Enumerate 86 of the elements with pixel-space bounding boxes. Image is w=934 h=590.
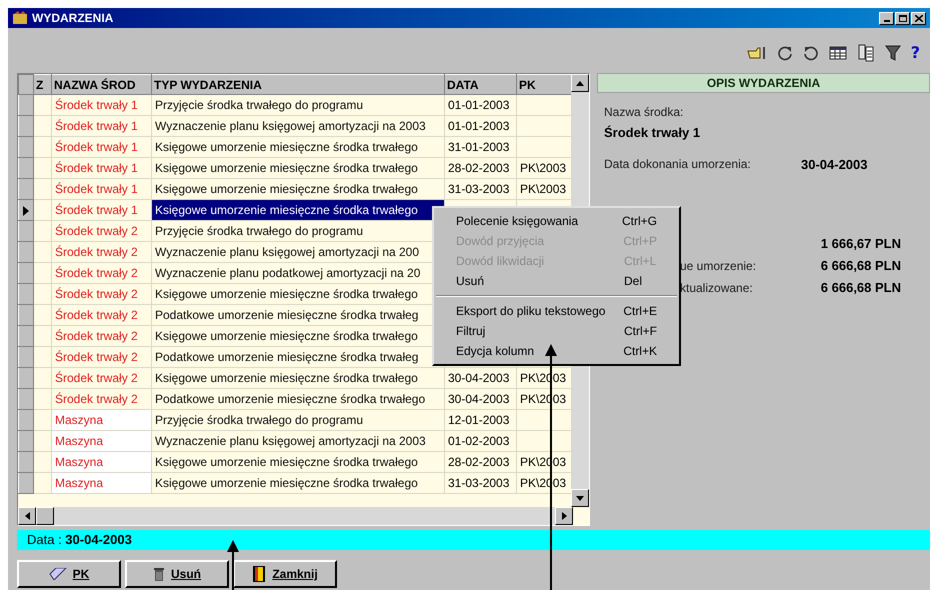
toolbar-button[interactable]: Zamknij [233,560,337,588]
column-header[interactable]: Z [34,74,52,94]
table-cell: Środek trwały 1 [52,178,152,200]
table-cell: 28-02-2003 [444,158,516,178]
columns-icon[interactable] [856,44,875,62]
door-icon [252,565,266,583]
field-value: 30-04-2003 [801,156,868,174]
filter-icon[interactable] [884,44,901,60]
field-label: ue umorzenie: [680,258,758,275]
eraser-icon [48,568,67,580]
table-cell: Środek trwały 2 [52,220,152,242]
table-cell: Podatkowe umorzenie miesięczne środka trwałego [152,388,444,410]
app-icon [12,11,28,25]
panel-header: OPIS WYDARZENIA [597,73,930,93]
table-cell: Księgowe umorzenie miesięczne środka trwałego [152,136,444,158]
table-cell: 12-01-2003 [444,410,516,430]
status-bar: Data : 30-04-2003 [17,530,930,550]
down-arrow-icon [576,496,584,500]
column-header[interactable]: TYP WYDARZENIA [152,74,444,94]
column-header[interactable]: NAZWA ŚROD [52,74,152,94]
table-cell: 31-03-2003 [444,178,516,200]
table-cell: 01-01-2003 [444,116,516,136]
scroll-up-button[interactable] [571,74,589,92]
field-value: 6 666,68 PLN [820,257,902,276]
table-cell: Środek trwały 2 [52,242,152,262]
table-cell: Środek trwały 1 [52,136,152,158]
table-cell: 30-04-2003 [444,388,516,410]
table-cell: Środek trwały 2 [52,326,152,346]
table-cell: 01-02-2003 [444,430,516,452]
table-cell: Maszyna [52,472,152,494]
table-cell: Maszyna [52,430,152,452]
up-arrow-icon [576,80,584,86]
scroll-left-button[interactable] [18,507,36,525]
table-cell: 01-01-2003 [444,94,516,116]
table-cell: Środek trwały 2 [52,368,152,388]
table-cell: Środek trwały 2 [52,284,152,304]
table-cell: Środek trwały 2 [52,262,152,284]
table-cell: 31-01-2003 [444,136,516,158]
table-cell: Środek trwały 1 [52,200,152,220]
table-cell: Środek trwały 2 [52,346,152,368]
table-cell: Maszyna [52,452,152,472]
table-cell: Środek trwały 2 [52,304,152,326]
field-value: Środek trwały 1 [604,124,702,142]
table-cell: 28-02-2003 [444,452,516,472]
leader-arrow [227,540,239,590]
table-cell: Wyznaczenie planu księgowej amortyzacji na 2003 [152,116,444,136]
field-value: 6 666,68 PLN [820,279,902,298]
toolbar-button[interactable]: PK [17,560,121,588]
table-cell: Księgowe umorzenie miesięczne środka trwałego [152,200,444,220]
close-icon [914,14,922,22]
table-cell: 30-04-2003 [444,368,516,388]
scroll-down-button[interactable] [571,489,589,507]
table-cell: Przyjęcie środka trwałego do programu [152,94,444,116]
table-cell: Księgowe umorzenie miesięczne środka trwałego [152,452,444,472]
table-cell: Księgowe umorzenie miesięczne środka trwałego [152,472,444,494]
undo-icon[interactable] [802,44,819,60]
table-icon[interactable] [828,44,847,60]
scroll-thumb[interactable] [36,507,54,525]
field-label: ktualizowane: [680,280,754,297]
trash-icon [153,566,165,582]
column-header[interactable]: PK [516,74,574,94]
field-label: Data dokonania umorzenia: [604,156,752,174]
row-header[interactable] [18,200,34,220]
window-title: WYDARZENIA [32,10,114,27]
scroll-right-button[interactable] [555,507,573,525]
left-arrow-icon [24,512,30,520]
minimize-button[interactable] [879,12,894,24]
close-button[interactable] [911,12,926,24]
table-cell: 31-03-2003 [444,472,516,494]
field-value: 1 666,67 PLN [820,235,902,254]
table-cell: Księgowe umorzenie miesięczne środka trwałego [152,368,444,388]
toolbar-button[interactable]: Usuń [125,560,229,588]
table-cell: Przyjęcie środka trwałego do programu [152,410,444,430]
help-icon[interactable]: ? [910,40,920,64]
table-cell: Środek trwały 1 [52,158,152,178]
refresh-icon[interactable] [776,44,793,60]
table-cell: Maszyna [52,410,152,430]
table-cell: Wyznaczenie planu księgowej amortyzacji na 2003 [152,430,444,452]
maximize-button[interactable] [895,12,910,24]
table-cell: Środek trwały 1 [52,94,152,116]
column-header[interactable]: DATA [444,74,516,94]
table-cell: Środek trwały 1 [52,116,152,136]
table-cell: Księgowe umorzenie miesięczne środka trwałego [152,158,444,178]
right-arrow-icon [562,512,566,520]
current-row-icon [23,206,29,216]
field-label: Nazwa środka: [604,104,684,121]
